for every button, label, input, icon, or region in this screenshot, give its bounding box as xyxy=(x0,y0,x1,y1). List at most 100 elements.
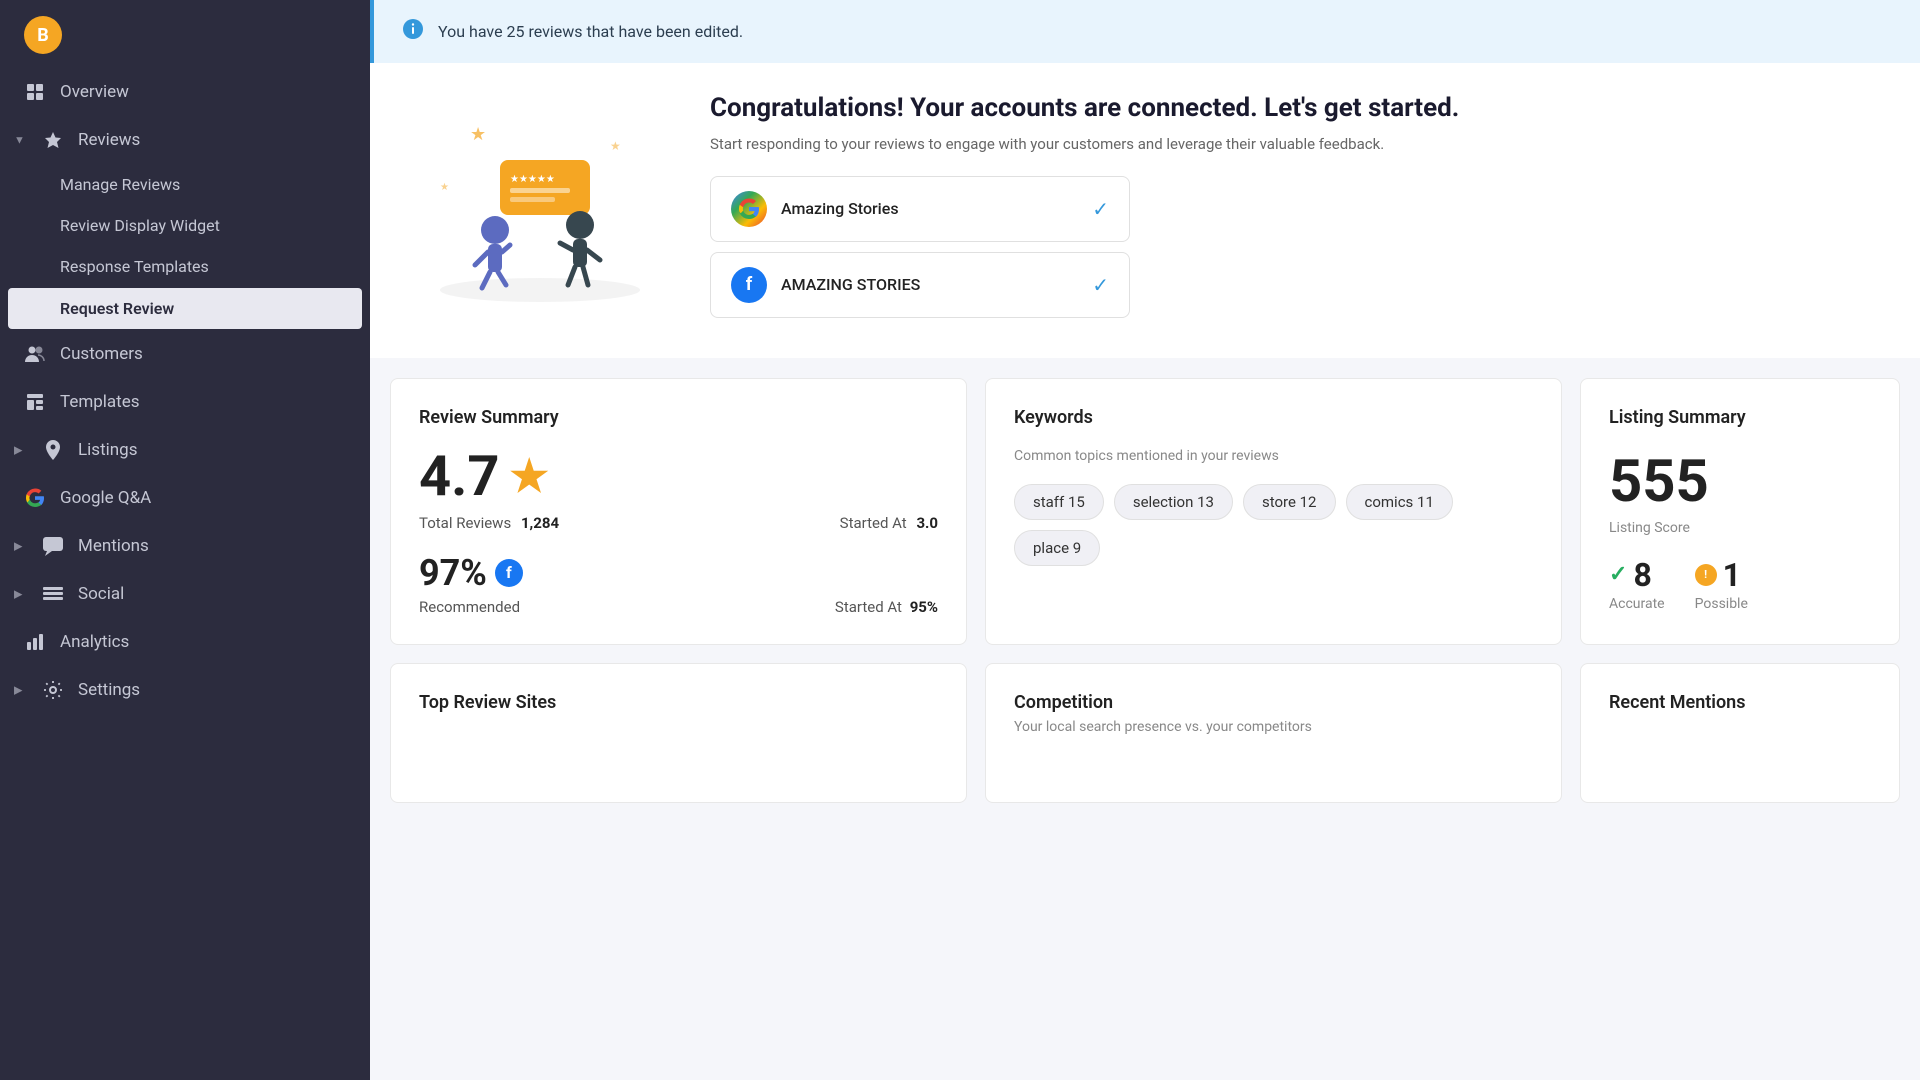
request-review-label: Request Review xyxy=(60,299,174,318)
green-check-icon: ✓ xyxy=(1609,562,1627,587)
orange-dot-icon: ! xyxy=(1695,564,1717,586)
social-icon xyxy=(42,583,64,605)
competition-title: Competition xyxy=(1014,692,1533,713)
started-at-label: Started At 3.0 xyxy=(840,514,938,532)
accurate-label: Accurate xyxy=(1609,596,1665,612)
cards-row: Review Summary 4.7 ★ Total Reviews 1,284… xyxy=(370,358,1920,645)
congrats-text-block: Congratulations! Your accounts are conne… xyxy=(710,93,1880,328)
rating-star-icon: ★ xyxy=(510,454,549,498)
sidebar-logo: B xyxy=(0,10,370,60)
sidebar-label-reviews: Reviews xyxy=(78,130,140,150)
sidebar-label-overview: Overview xyxy=(60,82,129,102)
recommend-labels: Recommended Started At 95% xyxy=(419,598,938,616)
facebook-recommend-icon: f xyxy=(495,559,523,587)
recommend-row: 97% f xyxy=(419,552,938,594)
alert-text: You have 25 reviews that have been edite… xyxy=(438,22,743,41)
google-check-icon: ✓ xyxy=(1092,197,1109,221)
recommended-label: Recommended xyxy=(419,598,520,616)
listing-summary-title: Listing Summary xyxy=(1609,407,1871,428)
reviews-expand-arrow: ▼ xyxy=(14,134,25,147)
review-display-widget-label: Review Display Widget xyxy=(60,216,220,235)
settings-expand-arrow: ▶ xyxy=(14,684,22,697)
facebook-account-name: AMAZING STORIES xyxy=(781,275,1078,294)
info-icon xyxy=(402,18,424,45)
svg-text:★★★★★: ★★★★★ xyxy=(510,174,555,185)
response-templates-label: Response Templates xyxy=(60,257,209,276)
started-at-2: Started At 95% xyxy=(835,598,938,616)
rating-value: 4.7 xyxy=(419,448,500,504)
keywords-desc: Common topics mentioned in your reviews xyxy=(1014,448,1533,464)
keyword-tag-store: store 12 xyxy=(1243,484,1336,520)
svg-text:★: ★ xyxy=(440,182,449,193)
keywords-title: Keywords xyxy=(1014,407,1533,428)
keyword-tags: staff 15 selection 13 store 12 comics 11… xyxy=(1014,484,1533,566)
manage-reviews-label: Manage Reviews xyxy=(60,175,180,194)
listing-score: 555 xyxy=(1609,448,1871,516)
sidebar-item-analytics[interactable]: Analytics xyxy=(0,618,370,666)
facebook-avatar: f xyxy=(731,267,767,303)
bottom-cards-row: Top Review Sites Competition Your local … xyxy=(370,645,1920,823)
listing-metrics: ✓ 8 Accurate ! 1 Possible xyxy=(1609,556,1871,612)
listing-score-label: Listing Score xyxy=(1609,520,1871,536)
sidebar-label-social: Social xyxy=(78,584,124,604)
chat-icon xyxy=(42,535,64,557)
congrats-title: Congratulations! Your accounts are conne… xyxy=(710,93,1880,123)
sidebar-label-customers: Customers xyxy=(60,344,143,364)
sidebar-label-templates: Templates xyxy=(60,392,140,412)
possible-num: ! 1 xyxy=(1695,556,1741,594)
sidebar-label-mentions: Mentions xyxy=(78,536,149,556)
mentions-expand-arrow: ▶ xyxy=(14,540,22,553)
sidebar-item-manage-reviews[interactable]: Manage Reviews xyxy=(0,164,370,205)
sidebar-item-social[interactable]: ▶ Social xyxy=(0,570,370,618)
google-account-name: Amazing Stories xyxy=(781,199,1078,218)
recommend-percent: 97% xyxy=(419,552,487,594)
svg-text:★: ★ xyxy=(610,139,621,153)
recent-mentions-card: Recent Mentions xyxy=(1580,663,1900,803)
competition-card: Competition Your local search presence v… xyxy=(985,663,1562,803)
congrats-illustration: ★ ★ ★ ★★★★★ xyxy=(410,110,670,310)
keyword-tag-staff: staff 15 xyxy=(1014,484,1104,520)
sidebar-item-request-review[interactable]: Request Review xyxy=(8,288,362,329)
sidebar-label-listings: Listings xyxy=(78,440,137,460)
review-summary-card: Review Summary 4.7 ★ Total Reviews 1,284… xyxy=(390,378,967,645)
sidebar-item-customers[interactable]: Customers xyxy=(0,330,370,378)
sidebar-label-analytics: Analytics xyxy=(60,632,129,652)
star-icon xyxy=(42,129,64,151)
sidebar-item-listings[interactable]: ▶ Listings xyxy=(0,426,370,474)
sidebar-item-overview[interactable]: Overview xyxy=(0,68,370,116)
sidebar-label-google-qa: Google Q&A xyxy=(60,488,151,508)
sidebar: B Overview ▼ Reviews Manage Reviews Revi… xyxy=(0,0,370,1080)
sidebar-item-response-templates[interactable]: Response Templates xyxy=(0,246,370,287)
congrats-section: ★ ★ ★ ★★★★★ xyxy=(370,63,1920,358)
possible-label: Possible xyxy=(1695,596,1748,612)
accurate-num: ✓ 8 xyxy=(1609,556,1652,594)
sidebar-item-review-display-widget[interactable]: Review Display Widget xyxy=(0,205,370,246)
keyword-tag-place: place 9 xyxy=(1014,530,1100,566)
facebook-check-icon: ✓ xyxy=(1092,273,1109,297)
gear-icon xyxy=(42,679,64,701)
account-card-facebook: f AMAZING STORIES ✓ xyxy=(710,252,1130,318)
grid-icon xyxy=(24,81,46,103)
google-avatar xyxy=(731,191,767,227)
sidebar-item-templates[interactable]: Templates xyxy=(0,378,370,426)
sidebar-item-mentions[interactable]: ▶ Mentions xyxy=(0,522,370,570)
sidebar-item-settings[interactable]: ▶ Settings xyxy=(0,666,370,714)
logo-icon: B xyxy=(24,16,62,54)
sidebar-item-google-qa[interactable]: Google Q&A xyxy=(0,474,370,522)
sidebar-label-settings: Settings xyxy=(78,680,140,700)
location-icon xyxy=(42,439,64,461)
listings-expand-arrow: ▶ xyxy=(14,444,22,457)
people-icon xyxy=(24,343,46,365)
review-stats: Total Reviews 1,284 Started At 3.0 xyxy=(419,514,938,532)
review-summary-title: Review Summary xyxy=(419,407,938,428)
template-icon xyxy=(24,391,46,413)
keywords-card: Keywords Common topics mentioned in your… xyxy=(985,378,1562,645)
main-content: You have 25 reviews that have been edite… xyxy=(370,0,1920,1080)
sidebar-item-reviews[interactable]: ▼ Reviews xyxy=(0,116,370,164)
top-review-sites-title: Top Review Sites xyxy=(419,692,938,713)
total-reviews-label: Total Reviews 1,284 xyxy=(419,514,559,532)
svg-text:★: ★ xyxy=(470,124,486,145)
congrats-subtitle: Start responding to your reviews to enga… xyxy=(710,133,1880,156)
account-card-google: Amazing Stories ✓ xyxy=(710,176,1130,242)
possible-metric: ! 1 Possible xyxy=(1695,556,1748,612)
